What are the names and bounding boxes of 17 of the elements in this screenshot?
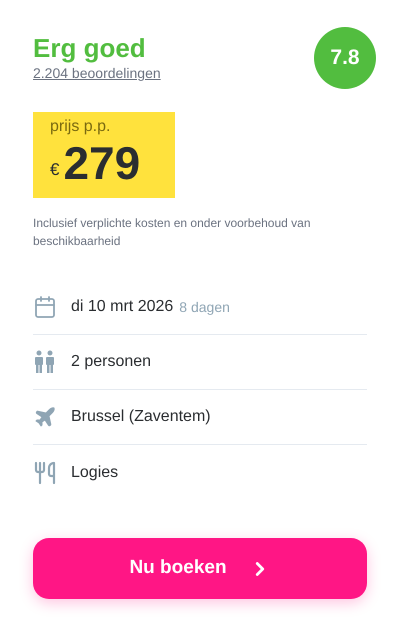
detail-text: di 10 mrt 2026 <box>71 297 174 317</box>
cutlery-icon <box>33 460 57 484</box>
detail-text: Brussel (Zaventem) <box>71 407 211 427</box>
reviews-link[interactable]: 2.204 beoordelingen <box>33 63 161 83</box>
score-badge: 7.8 <box>314 27 376 89</box>
people-icon <box>34 350 56 374</box>
plane-icon <box>33 405 57 429</box>
book-button[interactable]: Nu boeken <box>33 538 367 599</box>
rating-label: Erg goed <box>33 33 147 63</box>
duration-text: 8 dagen <box>179 298 230 317</box>
currency-symbol: € <box>50 158 60 180</box>
price-label: prijs p.p. <box>50 117 112 137</box>
detail-text: Logies <box>71 462 118 482</box>
price-amount: 279 <box>63 136 140 191</box>
price-disclaimer: Inclusief verplichte kosten en onder voorbehoud van beschikbaarheid <box>33 215 312 250</box>
calendar-icon <box>33 295 57 319</box>
detail-text: 2 personen <box>71 352 152 372</box>
